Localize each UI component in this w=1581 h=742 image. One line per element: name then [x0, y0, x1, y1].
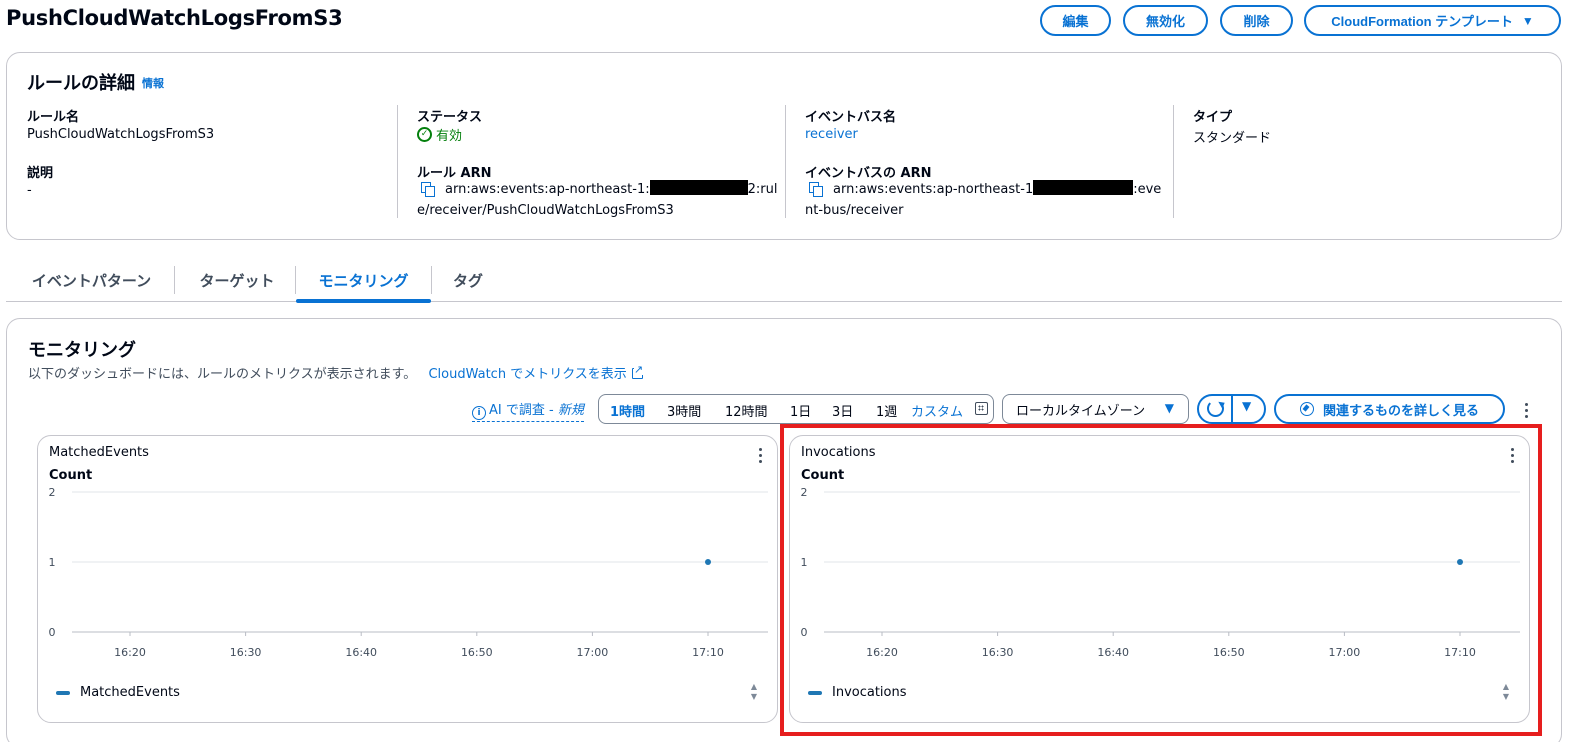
- range-3h[interactable]: 3時間: [667, 401, 701, 420]
- external-link-icon: [631, 364, 644, 379]
- refresh-button-group: ▼: [1197, 394, 1266, 424]
- event-bus-arn-prefix: arn:aws:events:ap-northeast-1: [833, 182, 1034, 197]
- widget-title: MatchedEvents: [49, 445, 149, 460]
- range-1h[interactable]: 1時間: [610, 401, 645, 420]
- legend-scroll-icon[interactable]: ▲ ▼: [749, 682, 759, 702]
- caret-down-icon: ▼: [1164, 401, 1174, 415]
- type-value: スタンダード: [1193, 131, 1272, 146]
- chart-legend: MatchedEvents: [56, 685, 180, 700]
- column-divider: [397, 105, 398, 218]
- tab-separator: [431, 266, 432, 294]
- monitoring-title: モニタリング: [28, 340, 136, 361]
- description-label: 説明: [27, 166, 54, 181]
- range-12h[interactable]: 12時間: [725, 401, 768, 420]
- compass-icon: [1299, 402, 1314, 416]
- cloudformation-template-button[interactable]: CloudFormation テンプレート ▼: [1304, 5, 1561, 36]
- rule-details-heading: ルールの詳細: [27, 73, 135, 94]
- event-bus-arn-line2: nt-bus/receiver: [805, 203, 904, 218]
- range-1d[interactable]: 1日: [790, 401, 811, 420]
- ai-investigate-label: AI で調査 -: [489, 403, 558, 418]
- legend-swatch: [56, 690, 70, 695]
- edit-button[interactable]: 編集: [1040, 5, 1111, 36]
- y-tick-label: 1: [49, 556, 56, 569]
- event-bus-link[interactable]: receiver: [805, 127, 858, 142]
- y-tick-label: 0: [49, 626, 56, 639]
- x-tick-label: 17:00: [577, 646, 609, 659]
- status-label: ステータス: [417, 110, 483, 125]
- tab-separator: [174, 266, 175, 294]
- y-axis-label: Count: [49, 468, 93, 483]
- cloudwatch-metrics-link-label: CloudWatch でメトリクスを表示: [428, 367, 627, 382]
- widget-more-actions-icon[interactable]: [757, 448, 763, 463]
- timezone-select[interactable]: ローカルタイムゾーン ▼: [1002, 394, 1189, 424]
- rule-arn-prefix: arn:aws:events:ap-northeast-1:: [445, 182, 650, 197]
- tab-tags[interactable]: タグ: [438, 258, 498, 302]
- status-text: 有効: [436, 129, 463, 144]
- rule-name-label: ルール名: [27, 110, 80, 125]
- monitoring-description-text: 以下のダッシュボードには、ルールのメトリクスが表示されます。: [28, 367, 417, 382]
- column-divider: [785, 105, 786, 218]
- ai-investigate-link[interactable]: i AI で調査 - 新規: [472, 399, 584, 422]
- legend-label: MatchedEvents: [80, 685, 180, 700]
- redacted-account-id: [1033, 180, 1134, 195]
- rule-details-title: ルールの詳細 情報: [27, 69, 164, 95]
- range-3d[interactable]: 3日: [832, 401, 853, 420]
- copy-event-bus-arn-icon[interactable]: [809, 182, 824, 197]
- event-bus-arn-suffix: :eve: [1133, 182, 1162, 197]
- ai-new-label: 新規: [557, 403, 584, 418]
- x-tick-label: 16:30: [230, 646, 262, 659]
- redacted-account-id: [649, 180, 748, 195]
- cloudformation-template-label: CloudFormation テンプレート: [1331, 14, 1513, 29]
- data-point: [705, 559, 711, 565]
- rule-details-card: ルールの詳細 情報 ルール名 PushCloudWatchLogsFromS3 説…: [6, 52, 1562, 240]
- info-icon: i: [472, 406, 486, 420]
- button-separator: [1231, 396, 1233, 422]
- calendar-icon[interactable]: [975, 402, 988, 415]
- status-value: ✓ 有効: [417, 125, 462, 144]
- dashboard-more-actions-icon[interactable]: [1523, 403, 1529, 418]
- caret-down-icon: ▼: [1521, 13, 1534, 28]
- x-tick-label: 16:20: [114, 646, 146, 659]
- x-tick-label: 17:10: [692, 646, 724, 659]
- time-range-selector: 1時間 3時間 12時間 1日 3日 1週 カスタム: [598, 394, 994, 424]
- highlight-box: [780, 424, 1542, 736]
- explore-related-label: 関連するものを詳しく見る: [1322, 402, 1479, 418]
- rule-tabs: イベントパターン ターゲット モニタリング タグ: [6, 258, 1562, 303]
- matched-events-widget: MatchedEvents Count 0 1 2 16:20 16:30 16:40 16…: [37, 435, 778, 723]
- monitoring-description: 以下のダッシュボードには、ルールのメトリクスが表示されます。 CloudWatc…: [28, 363, 644, 382]
- description-value: -: [27, 183, 32, 198]
- info-link[interactable]: 情報: [142, 77, 164, 90]
- tab-event-pattern[interactable]: イベントパターン: [14, 258, 169, 302]
- rule-name-value: PushCloudWatchLogsFromS3: [27, 127, 215, 142]
- event-bus-arn-line1: arn:aws:events:ap-northeast-1 :eve: [833, 179, 1161, 200]
- range-custom[interactable]: カスタム: [911, 401, 963, 420]
- type-label: タイプ: [1193, 110, 1233, 125]
- x-tick-label: 16:40: [345, 646, 377, 659]
- rule-arn-line2: e/receiver/PushCloudWatchLogsFromS3: [417, 203, 674, 218]
- refresh-icon[interactable]: [1207, 400, 1224, 417]
- x-tick-label: 16:50: [461, 646, 493, 659]
- page-title: PushCloudWatchLogsFromS3: [6, 6, 343, 30]
- tab-targets[interactable]: ターゲット: [182, 258, 292, 302]
- range-1w[interactable]: 1週: [876, 401, 897, 420]
- rule-arn-suffix: 2:rul: [747, 182, 778, 197]
- delete-button[interactable]: 削除: [1220, 5, 1293, 36]
- column-divider: [1173, 105, 1174, 218]
- tab-monitoring[interactable]: モニタリング: [296, 258, 431, 303]
- matched-events-chart: 0 1 2 16:20 16:30 16:40 16:50 17:00 17:10: [49, 486, 768, 659]
- cloudwatch-metrics-link[interactable]: CloudWatch でメトリクスを表示: [428, 364, 644, 382]
- explore-related-button[interactable]: 関連するものを詳しく見る: [1274, 394, 1505, 424]
- disable-button[interactable]: 無効化: [1123, 5, 1208, 36]
- refresh-options-caret-icon[interactable]: ▼: [1242, 399, 1251, 413]
- copy-rule-arn-icon[interactable]: [421, 182, 436, 197]
- y-tick-label: 2: [49, 486, 56, 499]
- check-circle-icon: ✓: [417, 127, 432, 142]
- timezone-value: ローカルタイムゾーン: [1016, 403, 1146, 419]
- event-bus-label: イベントバス名: [805, 110, 897, 125]
- rule-arn-line1: arn:aws:events:ap-northeast-1: 2:rul: [445, 179, 777, 200]
